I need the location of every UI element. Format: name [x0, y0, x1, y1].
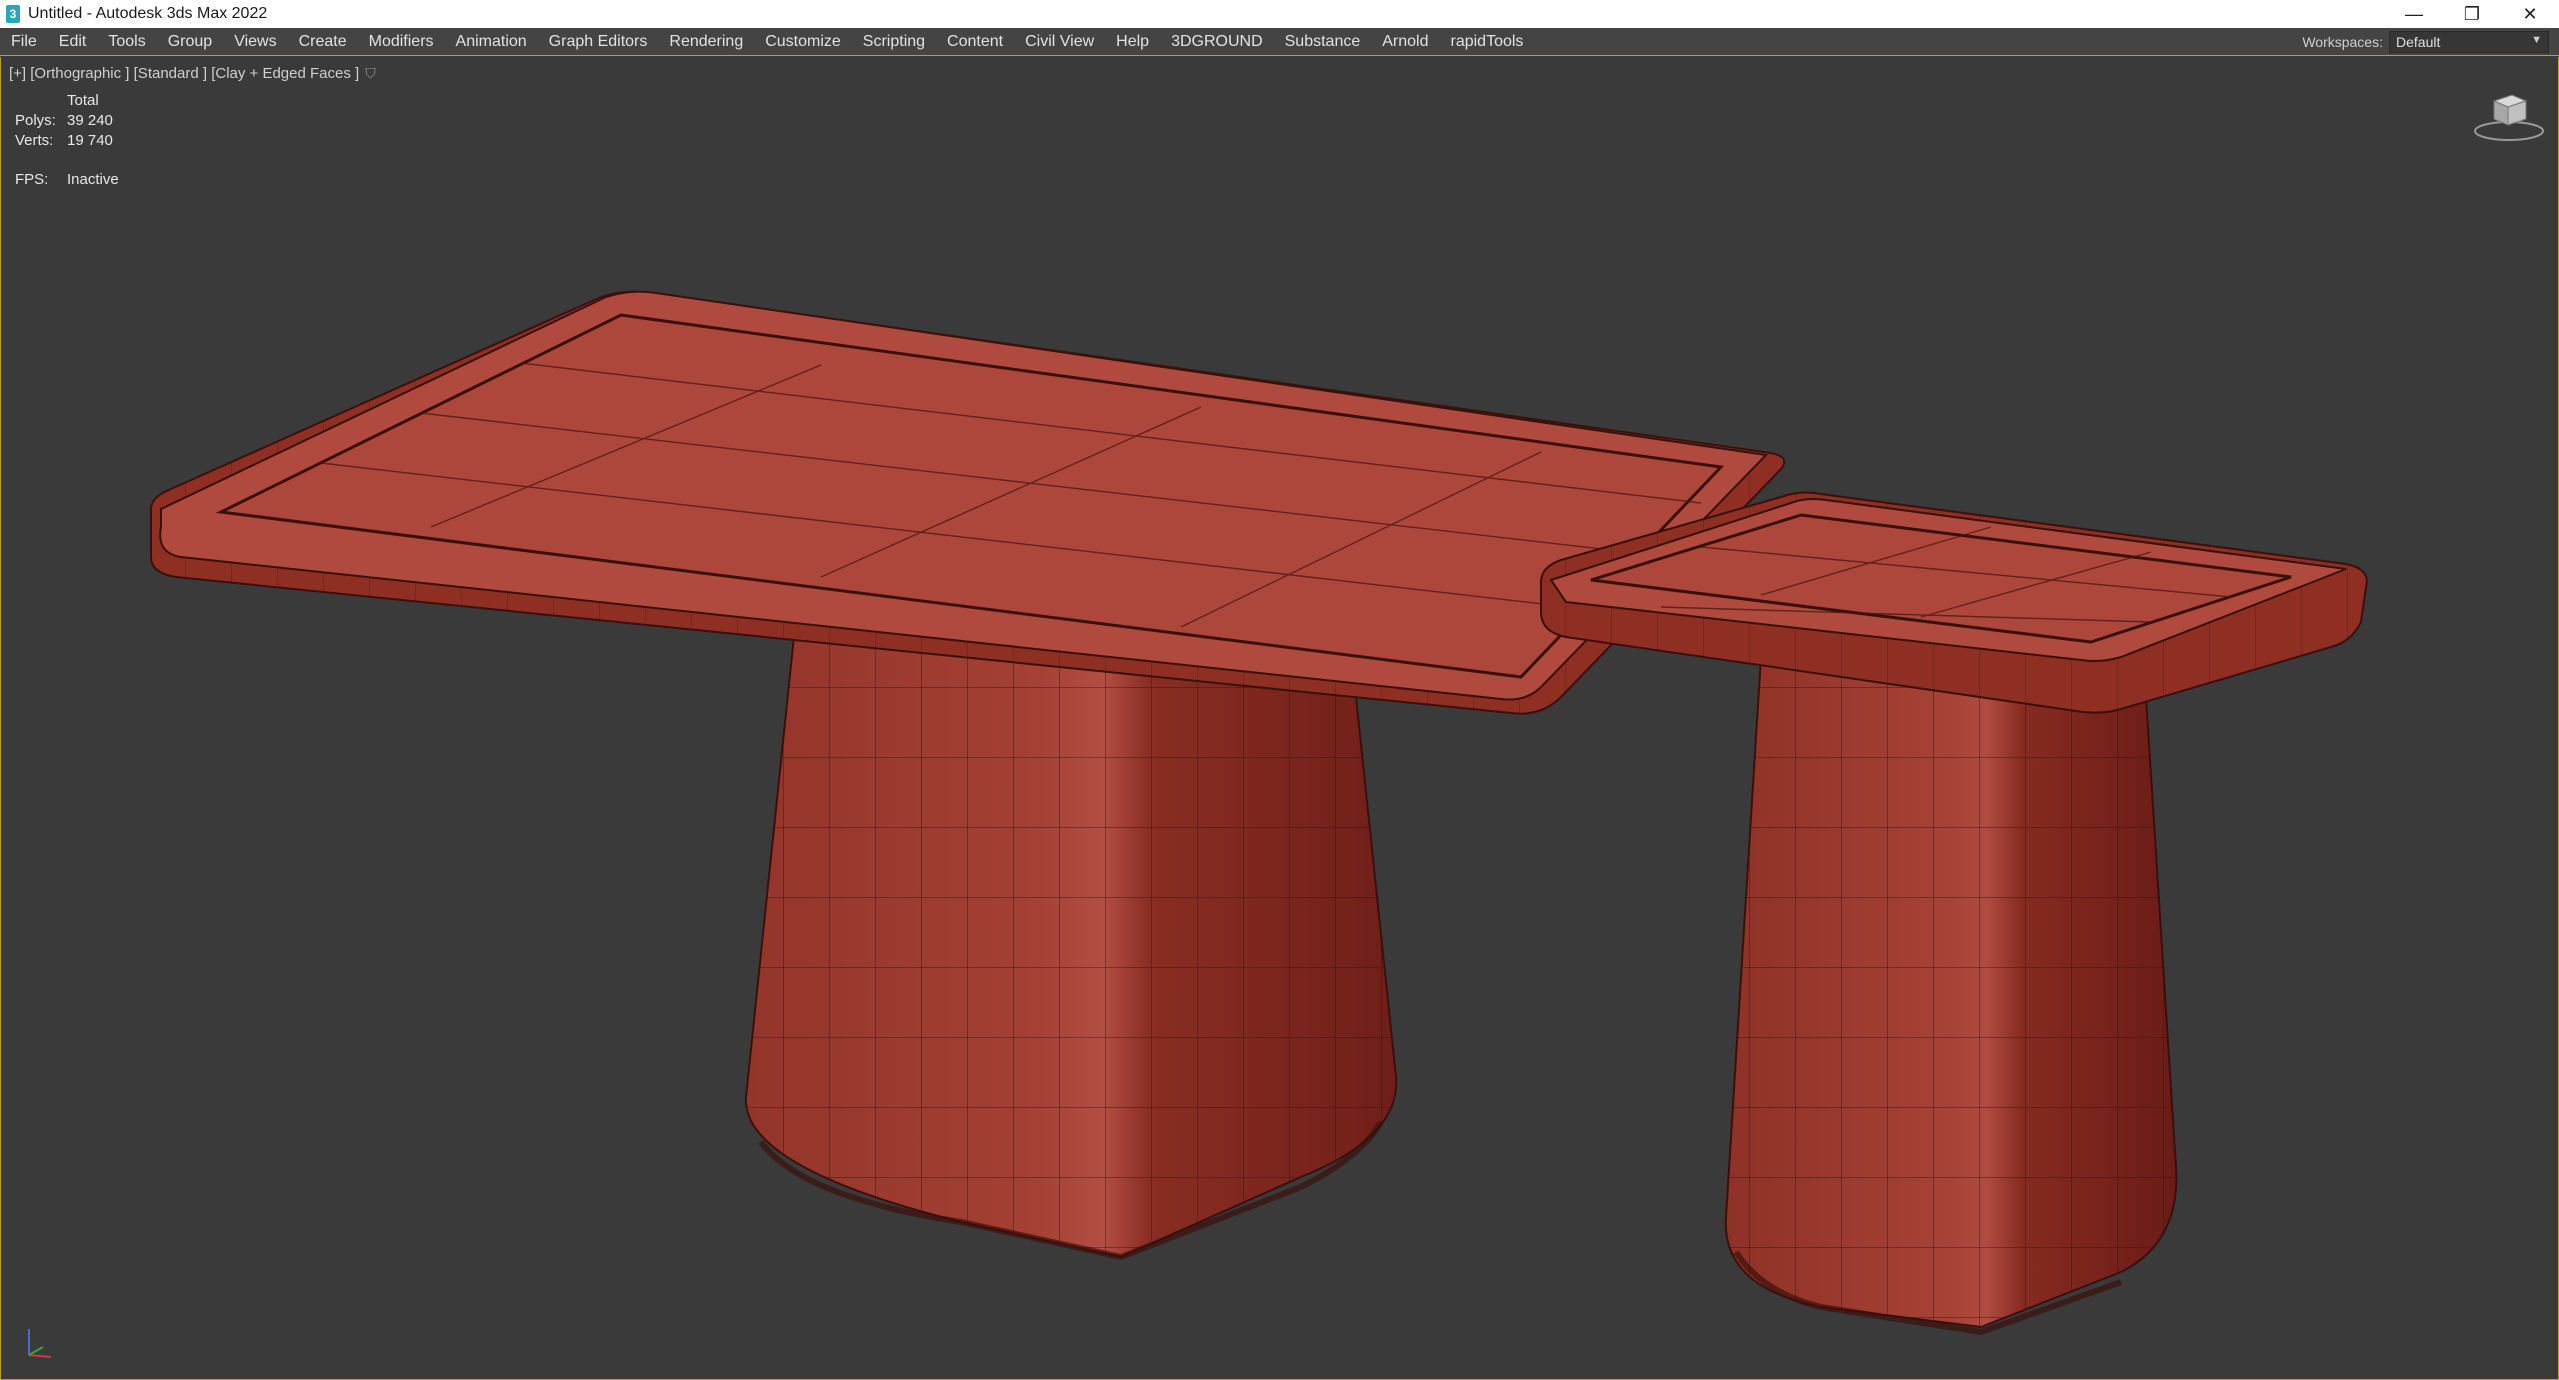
chevron-down-icon: ▼: [2531, 33, 2542, 46]
menu-graph-editors[interactable]: Graph Editors: [538, 28, 659, 56]
menu-modifiers[interactable]: Modifiers: [358, 28, 445, 56]
menu-bar: File Edit Tools Group Views Create Modif…: [0, 28, 2559, 56]
polys-value: 39 240: [67, 112, 113, 129]
viewcube-icon[interactable]: [2472, 87, 2546, 143]
menu-file[interactable]: File: [0, 28, 48, 56]
large-tabletop: [150, 290, 1786, 715]
workspace-value: Default: [2396, 33, 2441, 50]
app-icon[interactable]: 3: [6, 5, 20, 23]
menu-customize[interactable]: Customize: [754, 28, 852, 56]
menu-arnold[interactable]: Arnold: [1371, 28, 1439, 56]
workspaces-label: Workspaces:: [2302, 33, 2383, 50]
menu-rapidtools[interactable]: rapidTools: [1439, 28, 1534, 56]
menu-group[interactable]: Group: [157, 28, 223, 56]
stats-header: Total: [67, 92, 99, 109]
menu-help[interactable]: Help: [1105, 28, 1160, 56]
restore-button[interactable]: ❐: [2443, 0, 2501, 28]
title-bar: 3 Untitled - Autodesk 3ds Max 2022 — ❐ ✕: [0, 0, 2559, 28]
menu-scripting[interactable]: Scripting: [852, 28, 936, 56]
menu-tools[interactable]: Tools: [97, 28, 156, 56]
fps-label: FPS:: [15, 171, 49, 188]
menu-content[interactable]: Content: [936, 28, 1014, 56]
axis-tripod-icon: [28, 1329, 52, 1358]
menu-3dground[interactable]: 3DGROUND: [1160, 28, 1274, 56]
menu-views[interactable]: Views: [223, 28, 287, 56]
menu-create[interactable]: Create: [288, 28, 358, 56]
filter-icon[interactable]: ⛉: [365, 65, 376, 82]
left-table-leg: [744, 615, 1398, 1261]
right-table-leg: [1724, 655, 2178, 1336]
verts-label: Verts:: [15, 132, 54, 149]
stats-key-spacer: [15, 91, 67, 111]
menu-edit[interactable]: Edit: [48, 28, 98, 56]
minimize-button[interactable]: —: [2385, 0, 2443, 28]
viewport-statistics: Total Polys: 39 240 Verts: 19 740 FPS: I…: [15, 91, 119, 190]
fps-value: Inactive: [67, 171, 119, 188]
window-title: Untitled - Autodesk 3ds Max 2022: [28, 5, 268, 22]
close-button[interactable]: ✕: [2501, 0, 2559, 28]
viewport-label-menu[interactable]: [+] [Orthographic ] [Standard ] [Clay + …: [9, 65, 376, 82]
polys-label: Polys:: [15, 112, 56, 129]
verts-value: 19 740: [67, 132, 113, 149]
menu-civil-view[interactable]: Civil View: [1014, 28, 1105, 56]
viewport-orthographic[interactable]: [+] [Orthographic ] [Standard ] [Clay + …: [0, 57, 2559, 1380]
scene-render[interactable]: [1, 57, 2558, 1380]
viewport-label-text[interactable]: [+] [Orthographic ] [Standard ] [Clay + …: [9, 65, 359, 82]
menu-animation[interactable]: Animation: [445, 28, 538, 56]
workspace-dropdown[interactable]: Default ▼: [2389, 30, 2549, 53]
menu-substance[interactable]: Substance: [1274, 28, 1372, 56]
menu-rendering[interactable]: Rendering: [658, 28, 754, 56]
